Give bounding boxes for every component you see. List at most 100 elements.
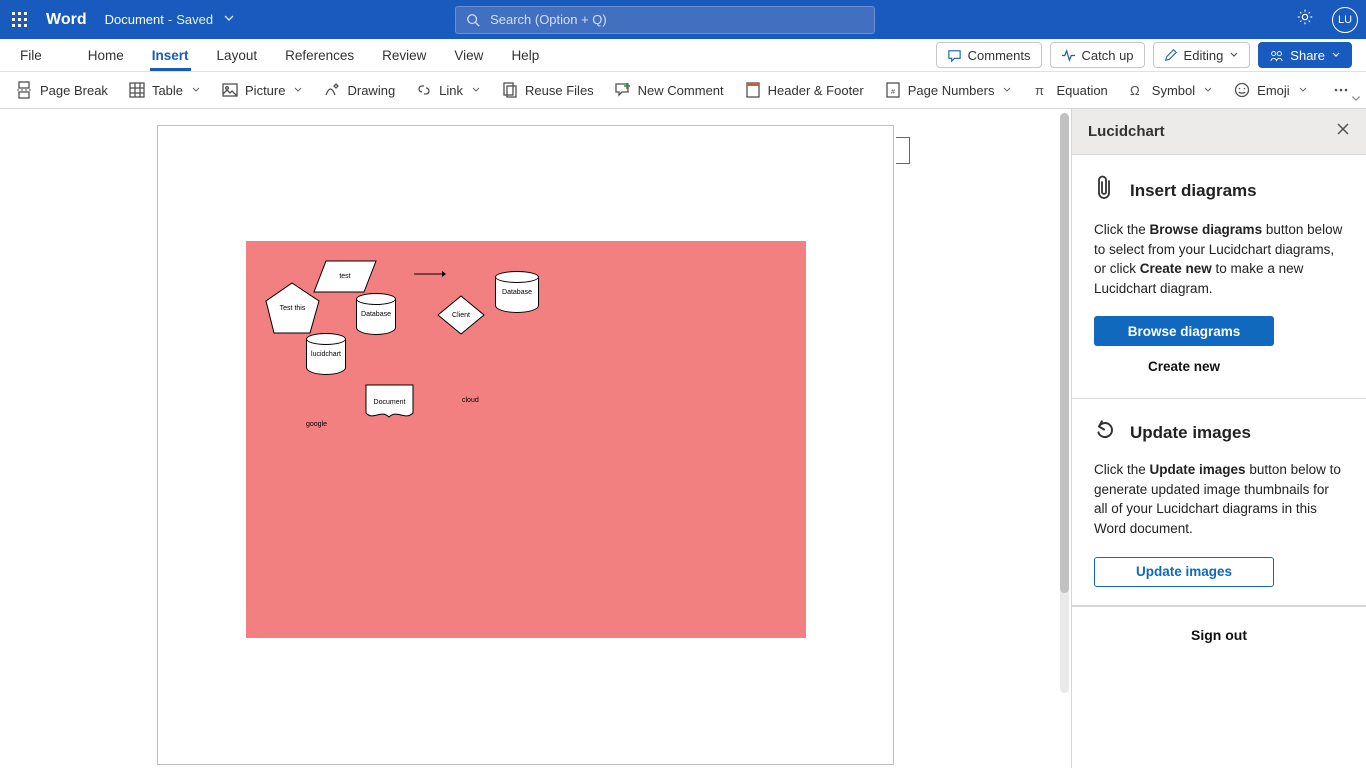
picture-button[interactable]: Picture (213, 76, 311, 104)
comment-icon (947, 48, 962, 63)
page-break-button[interactable]: Page Break (8, 76, 116, 104)
chevron-down-icon (293, 85, 303, 95)
table-button[interactable]: Table (120, 76, 209, 104)
tab-view[interactable]: View (440, 39, 497, 71)
shape-cylinder-database: Database (356, 293, 396, 335)
document-name[interactable]: Document (105, 12, 164, 27)
share-label: Share (1290, 48, 1325, 63)
update-images-button[interactable]: Update images (1094, 557, 1274, 587)
panel-close-button[interactable] (1336, 122, 1350, 141)
emoji-label: Emoji (1257, 83, 1290, 98)
section-description: Click the Browse diagrams button below t… (1094, 220, 1344, 298)
symbol-icon: Ω (1128, 81, 1146, 99)
save-status-sep: - (168, 12, 172, 27)
comments-label: Comments (968, 48, 1031, 63)
tab-file[interactable]: File (6, 39, 56, 71)
ribbon-collapse-chevron-icon[interactable] (1350, 93, 1362, 108)
svg-text:π: π (1035, 83, 1044, 98)
drawing-button[interactable]: Drawing (315, 76, 403, 104)
create-new-button[interactable]: Create new (1094, 352, 1274, 380)
pencil-icon (1164, 48, 1178, 62)
tab-home[interactable]: Home (74, 39, 138, 71)
link-button[interactable]: Link (407, 76, 489, 104)
app-launcher-icon[interactable] (8, 8, 32, 32)
share-button[interactable]: Share (1258, 42, 1352, 68)
lucidchart-diagram-image[interactable]: Test this test Database Database lucidch… (246, 241, 806, 638)
chevron-down-icon (191, 85, 201, 95)
new-comment-icon (614, 81, 632, 99)
comments-button[interactable]: Comments (936, 42, 1042, 68)
chevron-down-icon (471, 85, 481, 95)
catch-up-button[interactable]: Catch up (1050, 42, 1145, 68)
shape-label: Document (374, 399, 406, 406)
page-numbers-button[interactable]: # Page Numbers (876, 76, 1021, 104)
lucidchart-panel: Lucidchart Insert diagrams Click the Bro… (1071, 109, 1366, 768)
save-status: Saved (176, 12, 213, 27)
table-icon (128, 81, 146, 99)
reuse-files-icon (501, 81, 519, 99)
panel-header: Lucidchart (1072, 109, 1366, 155)
drawing-label: Drawing (347, 83, 395, 98)
symbol-button[interactable]: Ω Symbol (1120, 76, 1221, 104)
equation-label: Equation (1056, 83, 1107, 98)
page-numbers-label: Page Numbers (908, 83, 995, 98)
shape-label: Database (361, 311, 391, 318)
shape-cylinder-lucidchart: lucidchart (306, 333, 346, 375)
equation-icon: π (1032, 81, 1050, 99)
settings-icon[interactable] (1296, 8, 1314, 31)
shape-label: lucidchart (311, 351, 341, 358)
tab-review[interactable]: Review (368, 39, 440, 71)
emoji-button[interactable]: Emoji (1225, 76, 1316, 104)
new-comment-label: New Comment (638, 83, 724, 98)
equation-button[interactable]: π Equation (1024, 76, 1115, 104)
table-label: Table (152, 83, 183, 98)
new-comment-button[interactable]: New Comment (606, 76, 732, 104)
svg-text:Ω: Ω (1130, 83, 1140, 98)
header-footer-button[interactable]: Header & Footer (736, 76, 872, 104)
shape-label: Client (452, 312, 470, 319)
search-placeholder: Search (Option + Q) (490, 12, 607, 27)
shape-label: Database (502, 289, 532, 296)
emoji-icon (1233, 81, 1251, 99)
browse-diagrams-button[interactable]: Browse diagrams (1094, 316, 1274, 346)
editing-mode-button[interactable]: Editing (1153, 42, 1251, 68)
tab-help[interactable]: Help (497, 39, 553, 71)
tab-references[interactable]: References (271, 39, 368, 71)
header-footer-icon (744, 81, 762, 99)
page-numbers-icon: # (884, 81, 902, 99)
insert-toolbar: Page Break Table Picture Drawing Link Re… (0, 72, 1366, 109)
avatar-initials: LU (1338, 14, 1352, 26)
shape-arrow (414, 265, 446, 273)
shape-parallelogram: test (312, 259, 378, 294)
search-input[interactable]: Search (Option + Q) (455, 6, 875, 34)
section-description: Click the Update images button below to … (1094, 460, 1344, 538)
close-icon (1336, 122, 1350, 136)
doc-menu-chevron-icon[interactable] (223, 11, 235, 29)
reuse-files-label: Reuse Files (525, 83, 594, 98)
shape-label: Test this (280, 305, 306, 312)
tab-insert[interactable]: Insert (138, 39, 203, 71)
search-icon (466, 13, 480, 27)
shape-cylinder-database-2: Database (495, 271, 539, 313)
page-break-icon (16, 81, 34, 99)
editing-label: Editing (1184, 48, 1224, 63)
shape-label: test (339, 273, 350, 280)
scrollbar-thumb[interactable] (1060, 113, 1069, 593)
refresh-icon (1094, 419, 1116, 446)
chevron-down-icon (1002, 85, 1012, 95)
link-icon (415, 81, 433, 99)
shape-document: Document (365, 384, 414, 421)
shape-text-cloud: cloud (462, 397, 479, 404)
reuse-files-button[interactable]: Reuse Files (493, 76, 602, 104)
document-page[interactable]: Test this test Database Database lucidch… (157, 125, 894, 765)
picture-label: Picture (245, 83, 285, 98)
drawing-icon (323, 81, 341, 99)
sign-out-button[interactable]: Sign out (1072, 606, 1366, 663)
update-images-section: Update images Click the Update images bu… (1072, 399, 1366, 605)
chevron-down-icon (1229, 50, 1239, 60)
page-margin-marker (896, 137, 910, 164)
tab-layout[interactable]: Layout (203, 39, 272, 71)
document-workspace: Test this test Database Database lucidch… (0, 109, 1071, 768)
user-avatar[interactable]: LU (1332, 7, 1358, 33)
scrollbar[interactable] (1060, 113, 1069, 693)
